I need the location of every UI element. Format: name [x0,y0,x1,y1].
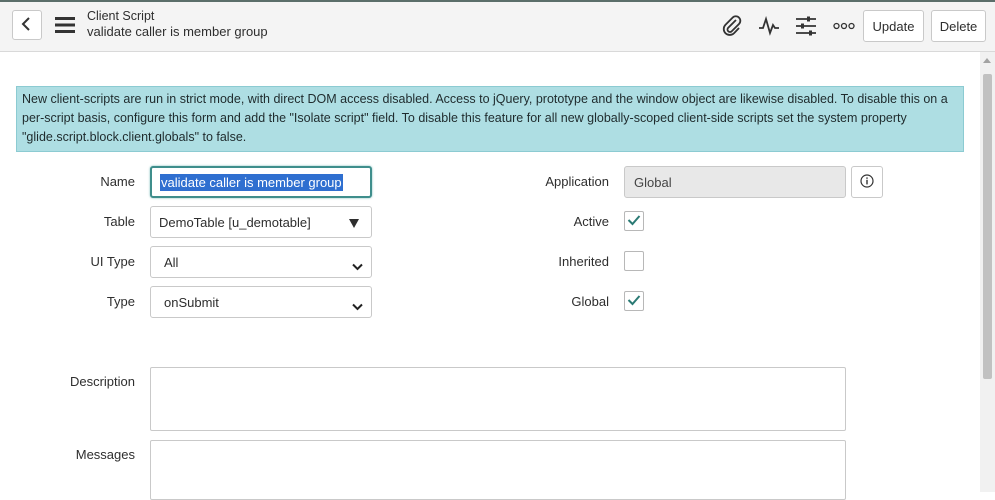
strict-mode-info-banner: New client-scripts are run in strict mod… [16,86,964,152]
active-label: Active [573,214,609,229]
name-input-value: validate caller is member group [160,173,343,191]
inherited-checkbox[interactable] [624,251,644,271]
back-icon [21,16,33,34]
hamburger-menu-icon[interactable] [55,16,75,34]
application-info-button[interactable] [851,166,883,198]
type-select[interactable]: onSubmit [150,286,372,318]
type-select-value: onSubmit [164,294,219,310]
checkmark-icon [627,214,641,229]
name-input[interactable]: validate caller is member group [150,166,372,198]
attachment-icon[interactable] [720,14,744,38]
scroll-up-arrow-icon[interactable] [983,58,991,63]
ui-type-select[interactable]: All [150,246,372,278]
delete-button[interactable]: Delete [931,10,986,42]
info-icon [860,173,874,191]
description-label: Description [69,374,135,389]
checkmark-icon [627,294,641,309]
caret-down-icon [349,219,359,228]
form-header: Client Script validate caller is member … [0,2,995,52]
more-options-icon[interactable] [832,14,856,38]
messages-textarea[interactable] [150,440,846,500]
messages-label: Messages [75,447,135,462]
table-label: Table [103,214,135,229]
ui-type-label: UI Type [90,254,135,269]
scrollbar-thumb[interactable] [983,74,992,379]
active-checkbox[interactable] [624,211,644,231]
update-button[interactable]: Update [863,10,924,42]
activity-icon[interactable] [757,14,781,38]
table-select-value: DemoTable [u_demotable] [159,214,311,230]
global-label: Global [571,294,609,309]
record-title: Client Script validate caller is member … [87,9,268,39]
application-field-value: Global [634,174,672,190]
application-field: Global [624,166,846,198]
back-button[interactable] [12,10,42,40]
vertical-scrollbar[interactable] [980,52,995,492]
table-select[interactable]: DemoTable [u_demotable] [150,206,372,238]
description-textarea[interactable] [150,367,846,431]
chevron-down-icon [352,299,363,314]
type-label: Type [106,294,135,309]
settings-sliders-icon[interactable] [794,14,818,38]
record-name-label: validate caller is member group [87,24,268,39]
global-checkbox[interactable] [624,291,644,311]
record-type-label: Client Script [87,9,155,23]
inherited-label: Inherited [558,254,609,269]
application-label: Application [545,174,609,189]
ui-type-select-value: All [164,254,179,270]
name-label: Name [100,174,135,189]
chevron-down-icon [352,259,363,274]
